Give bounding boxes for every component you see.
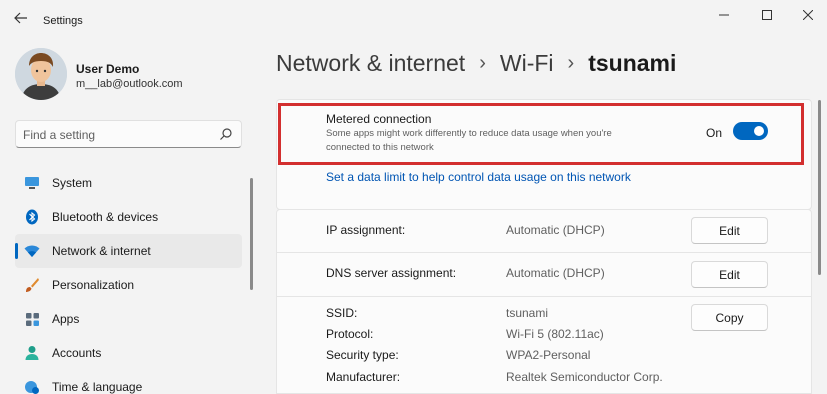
ssid-value: tsunami xyxy=(506,306,549,320)
sidebar-item-label: Personalization xyxy=(52,278,135,292)
main-scrollbar[interactable] xyxy=(818,100,821,275)
sidebar-item-network[interactable]: Network & internet xyxy=(15,234,242,268)
metered-connection-description: Some apps might work differently to redu… xyxy=(326,128,612,153)
sidebar-item-label: Apps xyxy=(52,312,80,326)
back-arrow-icon[interactable] xyxy=(10,8,32,28)
divider xyxy=(276,296,812,297)
title-bar: Settings xyxy=(0,0,827,34)
sidebar-item-system[interactable]: System xyxy=(15,166,242,200)
wifi-icon xyxy=(24,243,40,259)
copy-button[interactable]: Copy xyxy=(691,304,768,331)
page-title: tsunami xyxy=(588,50,677,76)
person-icon xyxy=(24,345,40,361)
search-icon[interactable] xyxy=(219,127,233,141)
profile-name: User Demo xyxy=(76,62,140,76)
apps-icon xyxy=(24,311,40,327)
breadcrumb: Network & internet › Wi-Fi › tsunami xyxy=(276,50,676,77)
toggle-knob xyxy=(754,126,764,136)
manufacturer-value: Realtek Semiconductor Corp. xyxy=(506,370,663,384)
sidebar-scrollbar[interactable] xyxy=(250,178,253,290)
sidebar-item-label: Time & language xyxy=(52,380,143,394)
avatar[interactable] xyxy=(15,48,67,100)
profile-email: m__lab@outlook.com xyxy=(76,78,183,90)
metered-connection-toggle[interactable] xyxy=(733,122,768,140)
sidebar-item-accounts[interactable]: Accounts xyxy=(15,336,242,370)
dns-assignment-label: DNS server assignment: xyxy=(326,266,457,280)
app-title: Settings xyxy=(43,15,83,27)
ip-assignment-label: IP assignment: xyxy=(326,223,406,237)
data-limit-link[interactable]: Set a data limit to help control data us… xyxy=(326,170,631,184)
sidebar-item-time-language[interactable]: Time & language xyxy=(15,370,242,394)
sidebar-item-label: Bluetooth & devices xyxy=(52,210,159,224)
sidebar-nav: System Bluetooth & devices Network & int… xyxy=(15,166,242,394)
search-box[interactable] xyxy=(15,120,242,148)
sidebar-item-apps[interactable]: Apps xyxy=(15,302,242,336)
chevron-right-icon: › xyxy=(479,52,486,74)
globe-clock-icon xyxy=(24,379,40,394)
chevron-right-icon: › xyxy=(567,52,575,74)
search-input[interactable] xyxy=(23,126,213,143)
protocol-value: Wi-Fi 5 (802.11ac) xyxy=(506,327,604,341)
ssid-label: SSID: xyxy=(326,306,358,320)
sidebar-item-label: Accounts xyxy=(52,346,102,360)
close-button[interactable] xyxy=(790,4,826,26)
edit-dns-button[interactable]: Edit xyxy=(691,261,768,288)
security-type-value: WPA2-Personal xyxy=(506,348,591,362)
breadcrumb-item-network[interactable]: Network & internet xyxy=(276,50,465,77)
minimize-button[interactable] xyxy=(706,4,742,26)
breadcrumb-item-wifi[interactable]: Wi-Fi xyxy=(500,50,554,77)
ip-assignment-value: Automatic (DHCP) xyxy=(506,223,605,237)
dns-assignment-value: Automatic (DHCP) xyxy=(506,266,605,280)
bluetooth-icon xyxy=(24,209,40,225)
brush-icon xyxy=(24,277,40,293)
manufacturer-label: Manufacturer: xyxy=(326,370,401,384)
monitor-icon xyxy=(24,175,40,191)
maximize-button[interactable] xyxy=(749,4,785,26)
sidebar-item-personalization[interactable]: Personalization xyxy=(15,268,242,302)
metered-connection-title: Metered connection xyxy=(326,112,432,126)
sidebar-item-label: Network & internet xyxy=(52,244,151,258)
divider xyxy=(276,252,812,253)
security-type-label: Security type: xyxy=(326,348,399,362)
sidebar-item-label: System xyxy=(52,176,93,190)
edit-ip-button[interactable]: Edit xyxy=(691,217,768,244)
protocol-label: Protocol: xyxy=(326,327,374,341)
sidebar-item-bluetooth[interactable]: Bluetooth & devices xyxy=(15,200,242,234)
toggle-state-label: On xyxy=(706,126,723,140)
